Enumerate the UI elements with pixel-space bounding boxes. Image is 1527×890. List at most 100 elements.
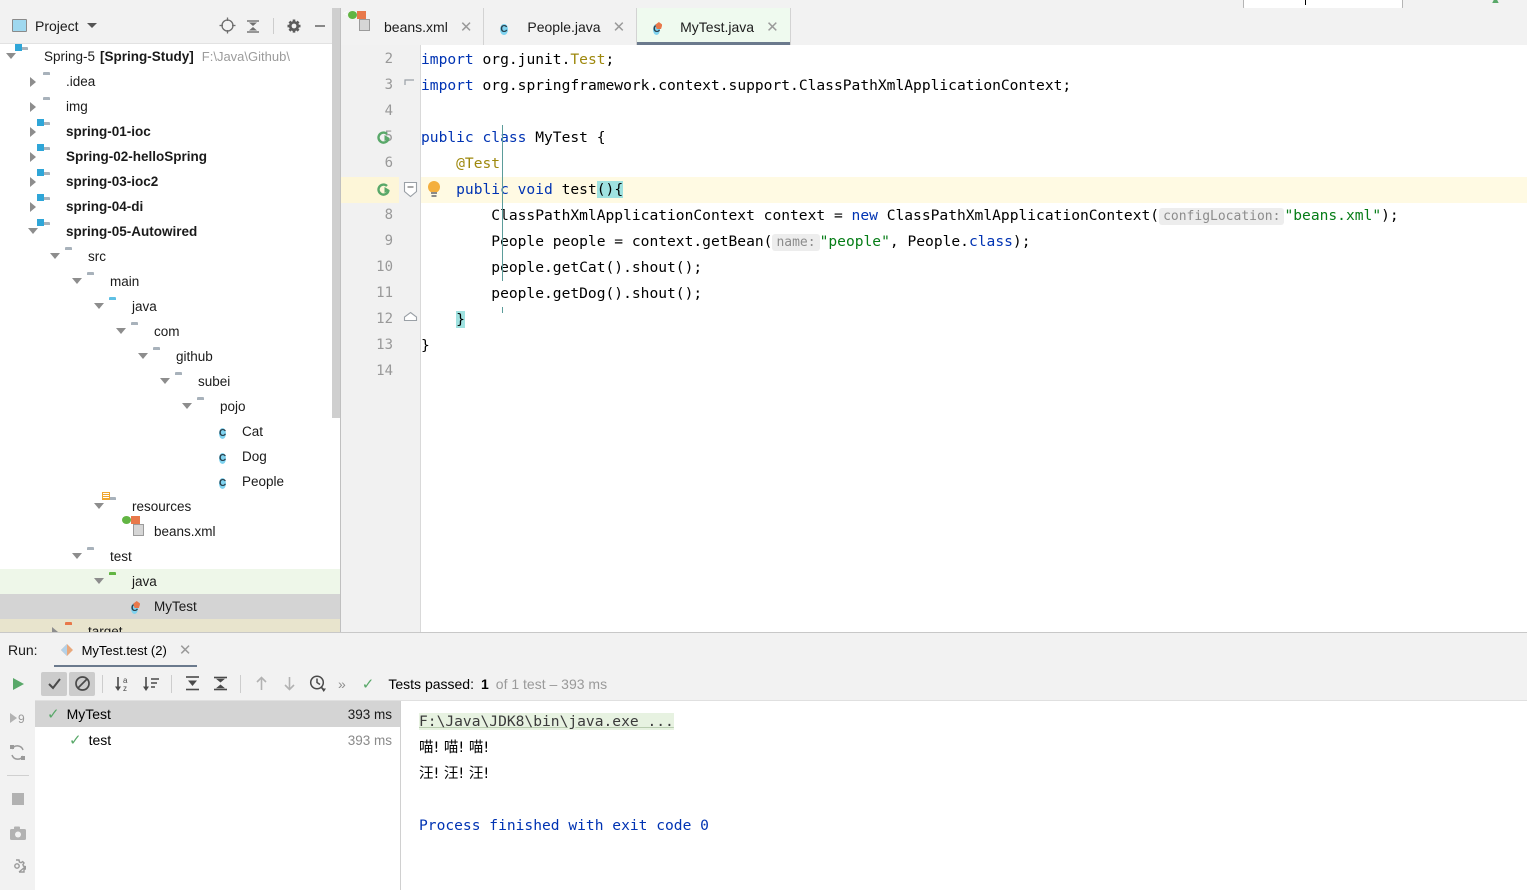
more-toolbar-actions[interactable]: » xyxy=(338,676,346,692)
run-test-gutter-icon[interactable] xyxy=(377,183,391,197)
close-icon[interactable]: ✕ xyxy=(613,18,626,36)
tree-node-resources[interactable]: resources xyxy=(0,492,340,519)
close-icon[interactable]: ✕ xyxy=(179,641,192,659)
tree-node-spring-5[interactable]: Spring-5 [Spring-Study] F:\Java\Github\ xyxy=(0,44,340,69)
editor-tab-mytest-java[interactable]: C MyTest.java ✕ xyxy=(637,8,791,45)
tree-node-com[interactable]: com xyxy=(0,319,340,344)
expand-all-icon[interactable] xyxy=(179,672,205,696)
test-class-icon: C xyxy=(131,603,139,614)
stop-icon[interactable] xyxy=(7,788,29,810)
tree-node-spring-05-autowired[interactable]: spring-05-Autowired xyxy=(0,219,340,244)
hide-ignored-icon[interactable] xyxy=(69,671,95,696)
editor-area: beans.xml ✕ C People.java ✕ C MyTest.java ✕ 2 3 4… xyxy=(341,8,1527,632)
chevron-closed-icon[interactable] xyxy=(28,176,39,187)
tree-node--idea[interactable]: .idea xyxy=(0,69,340,94)
close-icon[interactable]: ✕ xyxy=(766,18,779,36)
code-fold-marker[interactable] xyxy=(403,311,418,328)
toolbar-divider xyxy=(6,775,29,776)
locate-icon[interactable] xyxy=(215,14,239,38)
run-side-toolbar: 9 xyxy=(0,667,35,890)
chevron-open-icon[interactable] xyxy=(28,226,39,237)
chevron-open-icon[interactable] xyxy=(72,551,83,562)
tree-node-spring-04-di[interactable]: spring-04-di xyxy=(0,194,340,219)
run-configuration-tab[interactable]: MyTest.test (2) ✕ xyxy=(53,633,198,668)
tree-node-img[interactable]: img xyxy=(0,94,340,119)
tree-node-src[interactable]: src xyxy=(0,244,340,269)
chevron-open-icon[interactable] xyxy=(94,576,105,587)
chevron-closed-icon[interactable] xyxy=(28,201,39,212)
svg-text:9: 9 xyxy=(18,712,25,726)
tree-node-spring-01-ioc[interactable]: spring-01-ioc xyxy=(0,119,340,144)
test-history-icon[interactable] xyxy=(304,672,330,696)
console-command[interactable]: F:\Java\JDK8\bin\java.exe ... xyxy=(419,713,674,730)
chevron-closed-icon[interactable] xyxy=(28,101,39,112)
sort-alphabetically-icon[interactable]: az xyxy=(110,672,136,696)
chevron-closed-icon[interactable] xyxy=(28,151,39,162)
project-tree-scrollbar[interactable] xyxy=(332,8,340,418)
toggle-auto-test-icon[interactable] xyxy=(7,741,29,763)
prev-failed-icon[interactable] xyxy=(248,672,274,696)
tree-node-dog[interactable]: C Dog xyxy=(0,444,340,469)
tree-node-java[interactable]: java xyxy=(0,569,340,594)
chevron-open-icon[interactable] xyxy=(94,301,105,312)
editor-tab-label: MyTest.java xyxy=(680,18,755,35)
chevron-open-icon[interactable] xyxy=(94,501,105,512)
show-passed-icon[interactable] xyxy=(41,671,67,696)
next-failed-icon[interactable] xyxy=(276,672,302,696)
code-fold-marker[interactable] xyxy=(403,77,418,94)
tree-node-label: beans.xml xyxy=(154,524,216,539)
chevron-open-icon[interactable] xyxy=(138,351,149,362)
chevron-open-icon[interactable] xyxy=(160,376,171,387)
chevron-open-icon[interactable] xyxy=(72,276,83,287)
console-line: Process finished with exit code 0 xyxy=(419,817,709,834)
indent-guide xyxy=(502,307,503,313)
rerun-icon[interactable] xyxy=(7,673,29,695)
settings-gear-icon[interactable] xyxy=(282,14,306,38)
chevron-closed-icon[interactable] xyxy=(28,76,39,87)
console-output[interactable]: F:\Java\JDK8\bin\java.exe ... 喵! 喵! 喵! 汪! … xyxy=(401,701,1527,890)
chevron-open-icon[interactable] xyxy=(50,251,61,262)
collapse-all-icon[interactable] xyxy=(241,14,265,38)
test-result-row[interactable]: ✓ MyTest 393 ms xyxy=(35,701,400,727)
tree-node-mytest[interactable]: C MyTest xyxy=(0,594,340,619)
chevron-open-icon[interactable] xyxy=(182,401,193,412)
test-result-row[interactable]: ✓ test 393 ms xyxy=(35,727,400,753)
export-screenshot-icon[interactable] xyxy=(7,822,29,844)
chevron-down-icon[interactable] xyxy=(86,23,97,28)
tree-node-cat[interactable]: C Cat xyxy=(0,419,340,444)
tree-node-spring-02-hellospring[interactable]: Spring-02-helloSpring xyxy=(0,144,340,169)
chevron-open-icon[interactable] xyxy=(116,326,127,337)
tree-node-beans-xml[interactable]: beans.xml xyxy=(0,514,340,544)
chevron-open-icon[interactable] xyxy=(6,51,17,62)
console-line: 喵! 喵! 喵! xyxy=(419,740,490,756)
run-test-gutter-icon[interactable] xyxy=(377,131,391,145)
tree-node-pojo[interactable]: pojo xyxy=(0,394,340,419)
chevron-closed-icon[interactable] xyxy=(28,126,39,137)
tree-node-main[interactable]: main xyxy=(0,269,340,294)
tree-node-github[interactable]: github xyxy=(0,344,340,369)
tree-node-java[interactable]: java xyxy=(0,294,340,319)
rerun-failed-icon[interactable]: 9 xyxy=(7,707,29,729)
tree-node-target[interactable]: target xyxy=(0,619,340,632)
sort-by-duration-icon[interactable] xyxy=(138,672,164,696)
tree-node-subei[interactable]: subei xyxy=(0,369,340,394)
collapse-all-icon[interactable] xyxy=(207,672,233,696)
code-line: import org.springframework.context.suppo… xyxy=(421,77,1072,94)
code-editor[interactable]: 234567891011121314 import org.junit.Test… xyxy=(341,45,1527,632)
project-tree[interactable]: Spring-5 [Spring-Study] F:\Java\Github\ .id… xyxy=(0,44,340,632)
editor-tab-people-java[interactable]: C People.java ✕ xyxy=(484,8,638,45)
class-icon: C xyxy=(500,24,508,35)
editor-tab-beans-xml[interactable]: beans.xml ✕ xyxy=(341,8,485,45)
test-settings-icon[interactable] xyxy=(7,856,29,878)
minimize-icon[interactable] xyxy=(308,14,332,38)
tree-node-label: java xyxy=(132,299,157,314)
test-results-tree[interactable]: ✓ MyTest 393 ms ✓ test 393 ms xyxy=(35,701,401,890)
tree-node-people[interactable]: C People xyxy=(0,469,340,494)
line-number: 11 xyxy=(376,285,393,301)
tree-node-spring-03-ioc2[interactable]: spring-03-ioc2 xyxy=(0,169,340,194)
code-fold-marker[interactable] xyxy=(403,181,418,198)
close-icon[interactable]: ✕ xyxy=(460,18,473,36)
tree-node-test[interactable]: test xyxy=(0,544,340,569)
run-config-icon xyxy=(60,644,73,656)
